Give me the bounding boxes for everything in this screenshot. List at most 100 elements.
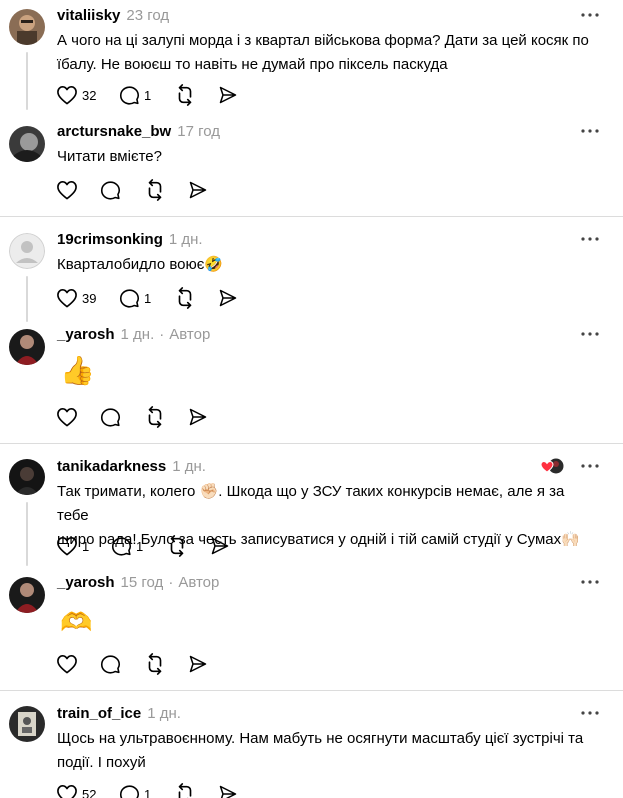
reply-button[interactable] xyxy=(100,652,121,676)
repost-button[interactable] xyxy=(144,405,166,429)
comment-text-line1: Так тримати, колего xyxy=(57,483,196,500)
more-dots-icon[interactable] xyxy=(581,464,599,472)
separator-dot: · xyxy=(168,574,174,591)
timestamp[interactable]: 1 дн. xyxy=(169,231,203,248)
avatar-image xyxy=(9,233,45,269)
repost-icon xyxy=(148,406,162,428)
repost-icon xyxy=(178,84,192,106)
avatar-image xyxy=(9,9,45,45)
repost-icon xyxy=(178,783,192,798)
share-button[interactable] xyxy=(218,83,238,107)
reply-button[interactable]: 1 xyxy=(119,83,151,107)
more-dots-icon[interactable] xyxy=(581,129,599,137)
more-dots-icon[interactable] xyxy=(581,237,599,245)
comment-header: vitaliisky 23 год xyxy=(57,6,169,26)
thumbs-up-emoji: 👍 xyxy=(60,355,95,386)
divider xyxy=(0,690,623,691)
share-button[interactable] xyxy=(188,178,208,202)
share-button[interactable] xyxy=(210,534,230,558)
author-label: Автор xyxy=(169,326,211,343)
reply-button[interactable]: 1 xyxy=(119,286,151,310)
comment-header: _yarosh 15 год · Автор xyxy=(57,573,219,593)
divider xyxy=(0,443,623,444)
reply-button[interactable] xyxy=(100,405,121,429)
timestamp[interactable]: 15 год xyxy=(121,574,164,591)
like-button[interactable]: 32 xyxy=(56,83,96,107)
timestamp[interactable]: 1 дн. xyxy=(121,326,155,343)
share-button[interactable] xyxy=(218,782,238,798)
more-dots-icon[interactable] xyxy=(581,711,599,719)
send-icon xyxy=(219,289,237,307)
repost-button[interactable] xyxy=(144,652,166,676)
heart-icon xyxy=(57,408,77,427)
repost-button[interactable] xyxy=(166,534,188,558)
like-count: 52 xyxy=(82,786,97,798)
more-dots-icon[interactable] xyxy=(581,13,599,21)
comment-header: 19crimsonking 1 дн. xyxy=(57,230,203,250)
like-button[interactable] xyxy=(56,178,78,202)
repost-icon xyxy=(178,287,192,309)
avatar[interactable] xyxy=(9,329,45,365)
timestamp[interactable]: 17 год xyxy=(177,123,220,140)
reply-button[interactable] xyxy=(100,178,121,202)
repost-icon xyxy=(170,535,184,557)
avatar[interactable] xyxy=(9,126,45,162)
avatar-image xyxy=(9,706,45,742)
avatar[interactable] xyxy=(9,9,45,45)
username[interactable]: vitaliisky xyxy=(57,7,120,24)
reply-count: 1 xyxy=(144,87,152,103)
share-button[interactable] xyxy=(188,652,208,676)
more-dots-icon[interactable] xyxy=(581,332,599,340)
like-count: 1 xyxy=(82,538,90,554)
timestamp[interactable]: 1 дн. xyxy=(172,458,206,475)
like-button[interactable]: 1 xyxy=(56,534,89,558)
username[interactable]: 19crimsonking xyxy=(57,231,163,248)
share-button[interactable] xyxy=(188,405,208,429)
username[interactable]: _yarosh xyxy=(57,574,115,591)
repost-button[interactable] xyxy=(174,286,196,310)
username[interactable]: _yarosh xyxy=(57,326,115,343)
like-button[interactable] xyxy=(56,652,78,676)
heart-hands-emoji: 🫶 xyxy=(60,607,93,637)
share-button[interactable] xyxy=(218,286,238,310)
like-button[interactable] xyxy=(56,405,78,429)
username[interactable]: tanikadarkness xyxy=(57,458,166,475)
send-icon xyxy=(219,86,237,104)
avatar-image xyxy=(9,329,45,365)
reply-count: 1 xyxy=(144,290,152,306)
rofl-emoji: 🤣 xyxy=(204,256,224,273)
reply-button[interactable]: 1 xyxy=(111,534,143,558)
heart-icon xyxy=(57,181,77,200)
like-button[interactable]: 39 xyxy=(56,286,96,310)
comment-icon xyxy=(100,180,121,200)
comment-header: _yarosh 1 дн. · Автор xyxy=(57,325,210,345)
thread-line xyxy=(26,502,28,566)
send-icon xyxy=(189,181,207,199)
repost-button[interactable] xyxy=(174,83,196,107)
timestamp[interactable]: 23 год xyxy=(126,7,169,24)
comment-icon xyxy=(119,784,140,798)
reply-button[interactable]: 1 xyxy=(119,782,151,798)
repost-icon xyxy=(148,653,162,675)
timestamp[interactable]: 1 дн. xyxy=(147,705,181,722)
like-count: 32 xyxy=(82,87,97,103)
repost-button[interactable] xyxy=(144,178,166,202)
send-icon xyxy=(189,408,207,426)
avatar-image xyxy=(9,577,45,613)
comment-header: arctursnake_bw 17 год xyxy=(57,122,220,142)
separator-dot: · xyxy=(159,326,165,343)
avatar[interactable] xyxy=(9,459,45,495)
avatar[interactable] xyxy=(9,577,45,613)
comment-icon xyxy=(119,288,140,308)
avatar[interactable] xyxy=(9,706,45,742)
username[interactable]: arctursnake_bw xyxy=(57,123,171,140)
username[interactable]: train_of_ice xyxy=(57,705,141,722)
comment-header: tanikadarkness 1 дн. xyxy=(57,457,206,477)
more-dots-icon[interactable] xyxy=(581,580,599,588)
author-liked-badge xyxy=(540,457,566,475)
heart-icon xyxy=(57,86,77,105)
like-button[interactable]: 52 xyxy=(56,782,96,798)
comment-icon xyxy=(100,654,121,674)
repost-button[interactable] xyxy=(174,782,196,798)
avatar[interactable] xyxy=(9,233,45,269)
